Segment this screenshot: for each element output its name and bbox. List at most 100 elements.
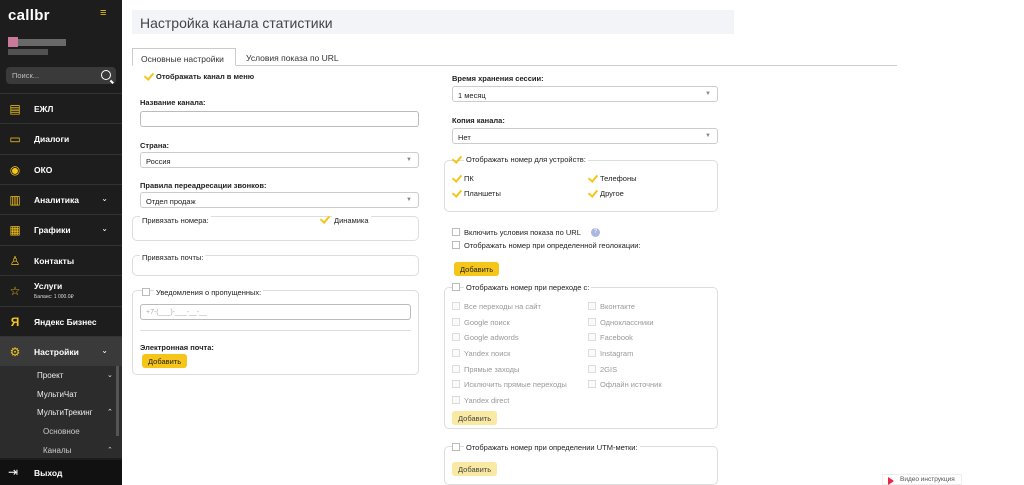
session-select[interactable]: 1 месяц ▼ (452, 86, 718, 102)
gear-icon: ⚙ (9, 345, 21, 359)
chevron-down-icon: ⌄ (101, 224, 108, 233)
sidebar-scrollbar[interactable] (116, 366, 119, 436)
ref-google-checkbox[interactable] (452, 318, 460, 326)
logout-button[interactable]: ⇥ Выход (0, 460, 122, 485)
copy-select[interactable]: Нет ▼ (452, 128, 718, 144)
title-bar: Настройка канала статистики (132, 10, 734, 34)
balance-text: Баланс: 1 000.0₽ (34, 294, 74, 300)
redirect-select[interactable]: Отдел продаж ▼ (140, 192, 419, 208)
ref-facebook-checkbox[interactable] (588, 333, 596, 341)
device-other-checkbox[interactable] (588, 189, 596, 197)
add-referrer-button[interactable]: Добавить (452, 411, 498, 425)
tab-main-settings[interactable]: Основные настройки (132, 48, 236, 66)
menu-toggle-icon[interactable]: ≡ (100, 7, 106, 19)
country-value: Россия (146, 157, 171, 166)
account-avatar[interactable] (8, 37, 66, 57)
journal-icon: ▤ (9, 102, 21, 116)
logout-label: Выход (34, 468, 63, 478)
ref-adwords-label: Google adwords (464, 333, 519, 342)
devices-checkbox[interactable] (452, 155, 460, 163)
device-tablets-label: Планшеты (464, 189, 501, 198)
nav-label: ОКО (34, 165, 53, 175)
device-tablets-checkbox[interactable] (452, 189, 460, 197)
url-conditions-checkbox[interactable] (452, 228, 460, 236)
add-geo-button[interactable]: Добавить (454, 262, 500, 276)
copy-value: Нет (458, 133, 471, 142)
video-instruction-button[interactable]: Видео инструкция (882, 474, 962, 485)
channel-name-label: Название канала: (140, 98, 206, 107)
ref-offline-label: Офлайн источник (600, 380, 662, 389)
dynamic-checkbox[interactable] (320, 215, 328, 223)
search-input[interactable]: Поиск... (6, 67, 116, 84)
nav-oko[interactable]: ◉ ОКО (0, 154, 122, 184)
nav-analytics[interactable]: ▥ Аналитика ⌄ (0, 184, 122, 214)
page-title: Настройка канала статистики (140, 15, 333, 31)
nav-label: Диалоги (34, 134, 70, 144)
device-pc-checkbox[interactable] (452, 174, 460, 182)
phone-input[interactable]: +7-(___)-___-__-__ (140, 304, 411, 320)
nav-ezhl[interactable]: ▤ ЕЖЛ (0, 93, 122, 123)
nav-settings[interactable]: ⚙ Настройки ⌄ (0, 336, 122, 366)
ref-exclude-checkbox[interactable] (452, 380, 460, 388)
add-email-button[interactable]: Добавить (142, 354, 188, 368)
country-label: Страна: (140, 141, 170, 150)
ref-ok-checkbox[interactable] (588, 318, 596, 326)
ref-facebook-label: Facebook (600, 333, 633, 342)
ref-vk-checkbox[interactable] (588, 302, 596, 310)
utm-checkbox[interactable] (452, 443, 460, 451)
submenu-multichat[interactable]: МультиЧат (37, 390, 77, 399)
ref-offline-checkbox[interactable] (588, 380, 596, 388)
show-in-menu-checkbox[interactable] (144, 72, 152, 80)
ref-2gis-checkbox[interactable] (588, 365, 596, 373)
device-pc-label: ПК (464, 174, 474, 183)
submenu-channels[interactable]: Каналы ⌃ (43, 446, 113, 455)
play-icon (888, 477, 894, 485)
country-select[interactable]: Россия ▼ (140, 152, 419, 168)
ref-yandex-label: Yandex поиск (464, 349, 511, 358)
ref-ydirect-label: Yandex direct (464, 396, 510, 405)
analytics-icon: ▥ (9, 193, 21, 207)
chevron-down-icon: ⌄ (107, 372, 113, 379)
device-phones-checkbox[interactable] (588, 174, 596, 182)
ref-all-checkbox[interactable] (452, 302, 460, 310)
divider (140, 330, 411, 331)
ref-adwords-checkbox[interactable] (452, 333, 460, 341)
referrer-checkbox[interactable] (452, 283, 460, 291)
add-utm-button[interactable]: Добавить (452, 462, 498, 476)
help-icon[interactable]: ? (591, 228, 600, 237)
nav-yandex-business[interactable]: Я Яндекс Бизнес (0, 306, 122, 336)
tab-url-conditions[interactable]: Условия показа по URL (238, 48, 348, 66)
channel-name-input[interactable] (140, 111, 419, 127)
logout-icon: ⇥ (8, 465, 19, 479)
tab-bar: Основные настройки Условия показа по URL (132, 48, 897, 66)
submenu-multitracking[interactable]: МультиТрекинг ⌃ (37, 408, 113, 417)
utm-label: Отображать номер при определении UTM-мет… (464, 443, 640, 452)
nav-contacts[interactable]: ♙ Контакты (0, 245, 122, 275)
geo-checkbox[interactable] (452, 241, 460, 249)
nav-charts[interactable]: ▦ Графики ⌄ (0, 214, 122, 244)
eye-icon: ◉ (9, 163, 21, 177)
nav-dialogs[interactable]: ▭ Диалоги (0, 123, 122, 153)
nav-label: Настройки (34, 347, 79, 357)
submenu-basic[interactable]: Основное (43, 427, 80, 436)
chart-icon: ▦ (9, 223, 21, 237)
ref-direct-checkbox[interactable] (452, 365, 460, 373)
session-value: 1 месяц (458, 91, 486, 100)
search-icon[interactable] (101, 70, 111, 80)
bind-mail-label: Привязать почты: (140, 253, 206, 262)
nav-label: Контакты (34, 256, 75, 266)
ref-yandex-checkbox[interactable] (452, 349, 460, 357)
missed-notify-checkbox[interactable] (142, 288, 150, 296)
nav-services[interactable]: ☆ Услуги Баланс: 1 000.0₽ (0, 275, 122, 305)
star-icon: ☆ (9, 284, 21, 298)
ref-ok-label: Одноклассники (600, 318, 654, 327)
devices-label: Отображать номер для устройств: (464, 155, 588, 164)
ref-2gis-label: 2GIS (600, 365, 618, 374)
ref-vk-label: Вконтакте (600, 302, 636, 311)
ref-instagram-checkbox[interactable] (588, 349, 596, 357)
submenu-project[interactable]: Проект ⌄ (37, 371, 113, 380)
ref-ydirect-checkbox[interactable] (452, 396, 460, 404)
main-content: Настройка канала статистики Основные нас… (122, 0, 1024, 485)
logo[interactable]: callbr (8, 7, 50, 24)
bind-numbers-label: Привязать номера: (140, 216, 211, 225)
